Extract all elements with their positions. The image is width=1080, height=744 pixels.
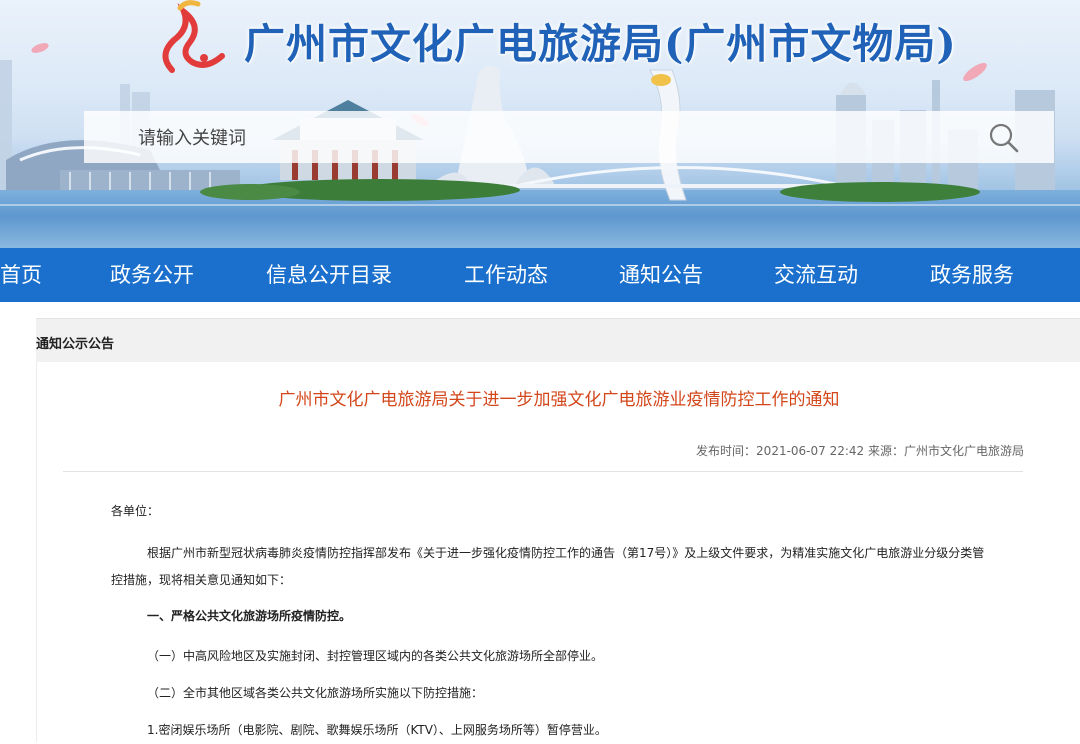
article-title: 广州市文化广电旅游局关于进一步加强文化广电旅游业疫情防控工作的通知 [278, 390, 840, 410]
search-icon[interactable] [986, 121, 1022, 155]
article: 广州市文化广电旅游局关于进一步加强文化广电旅游业疫情防控工作的通知 发布时间：2… [36, 362, 1080, 742]
search-input[interactable] [136, 122, 960, 154]
search-bar [84, 111, 1054, 163]
guangzhou-culture-logo-icon [162, 0, 225, 73]
item-1: （一）中高风险地区及实施封闭、封控管理区域内的各类公共文化旅游场所全部停业。 [147, 649, 604, 663]
nav-item-gov-affairs[interactable]: 政务公开 [110, 248, 194, 302]
nav-item-services[interactable]: 政务服务 [930, 248, 1014, 302]
nav-item-home[interactable]: 首页 [0, 248, 42, 302]
item-2-1: 1.密闭娱乐场所（电影院、剧院、歌舞娱乐场所（KTV）、上网服务场所等）暂停营业… [147, 723, 607, 737]
article-meta: 发布时间：2021-06-07 22:42 来源：广州市文化广电旅游局 [696, 444, 1024, 458]
main-nav: 首页 政务公开 信息公开目录 工作动态 通知公告 交流互动 政务服务 [0, 248, 1080, 302]
salutation: 各单位： [111, 504, 160, 518]
breadcrumb[interactable]: 通知公示公告 [36, 333, 114, 352]
nav-item-info-catalog[interactable]: 信息公开目录 [266, 248, 392, 302]
item-2: （二）全市其他区域各类公共文化旅游场所实施以下防控措施： [147, 686, 484, 700]
section-1-heading: 一、严格公共文化旅游场所疫情防控。 [147, 609, 352, 623]
intro-line-2: 控措施，现将相关意见通知如下： [111, 573, 292, 587]
nav-item-notices[interactable]: 通知公告 [619, 248, 703, 302]
divider [63, 471, 1023, 472]
nav-item-work-news[interactable]: 工作动态 [464, 248, 548, 302]
intro-line-1: 根据广州市新型冠状病毒肺炎疫情防控指挥部发布《关于进一步强化疫情防控工作的通告（… [147, 546, 985, 560]
site-title: 广州市文化广电旅游局(广州市文物局) [244, 20, 957, 68]
nav-item-interaction[interactable]: 交流互动 [774, 248, 858, 302]
breadcrumb-bar: 通知公示公告 [36, 318, 1080, 363]
header-banner: 广州市文化广电旅游局(广州市文物局) [0, 0, 1080, 248]
